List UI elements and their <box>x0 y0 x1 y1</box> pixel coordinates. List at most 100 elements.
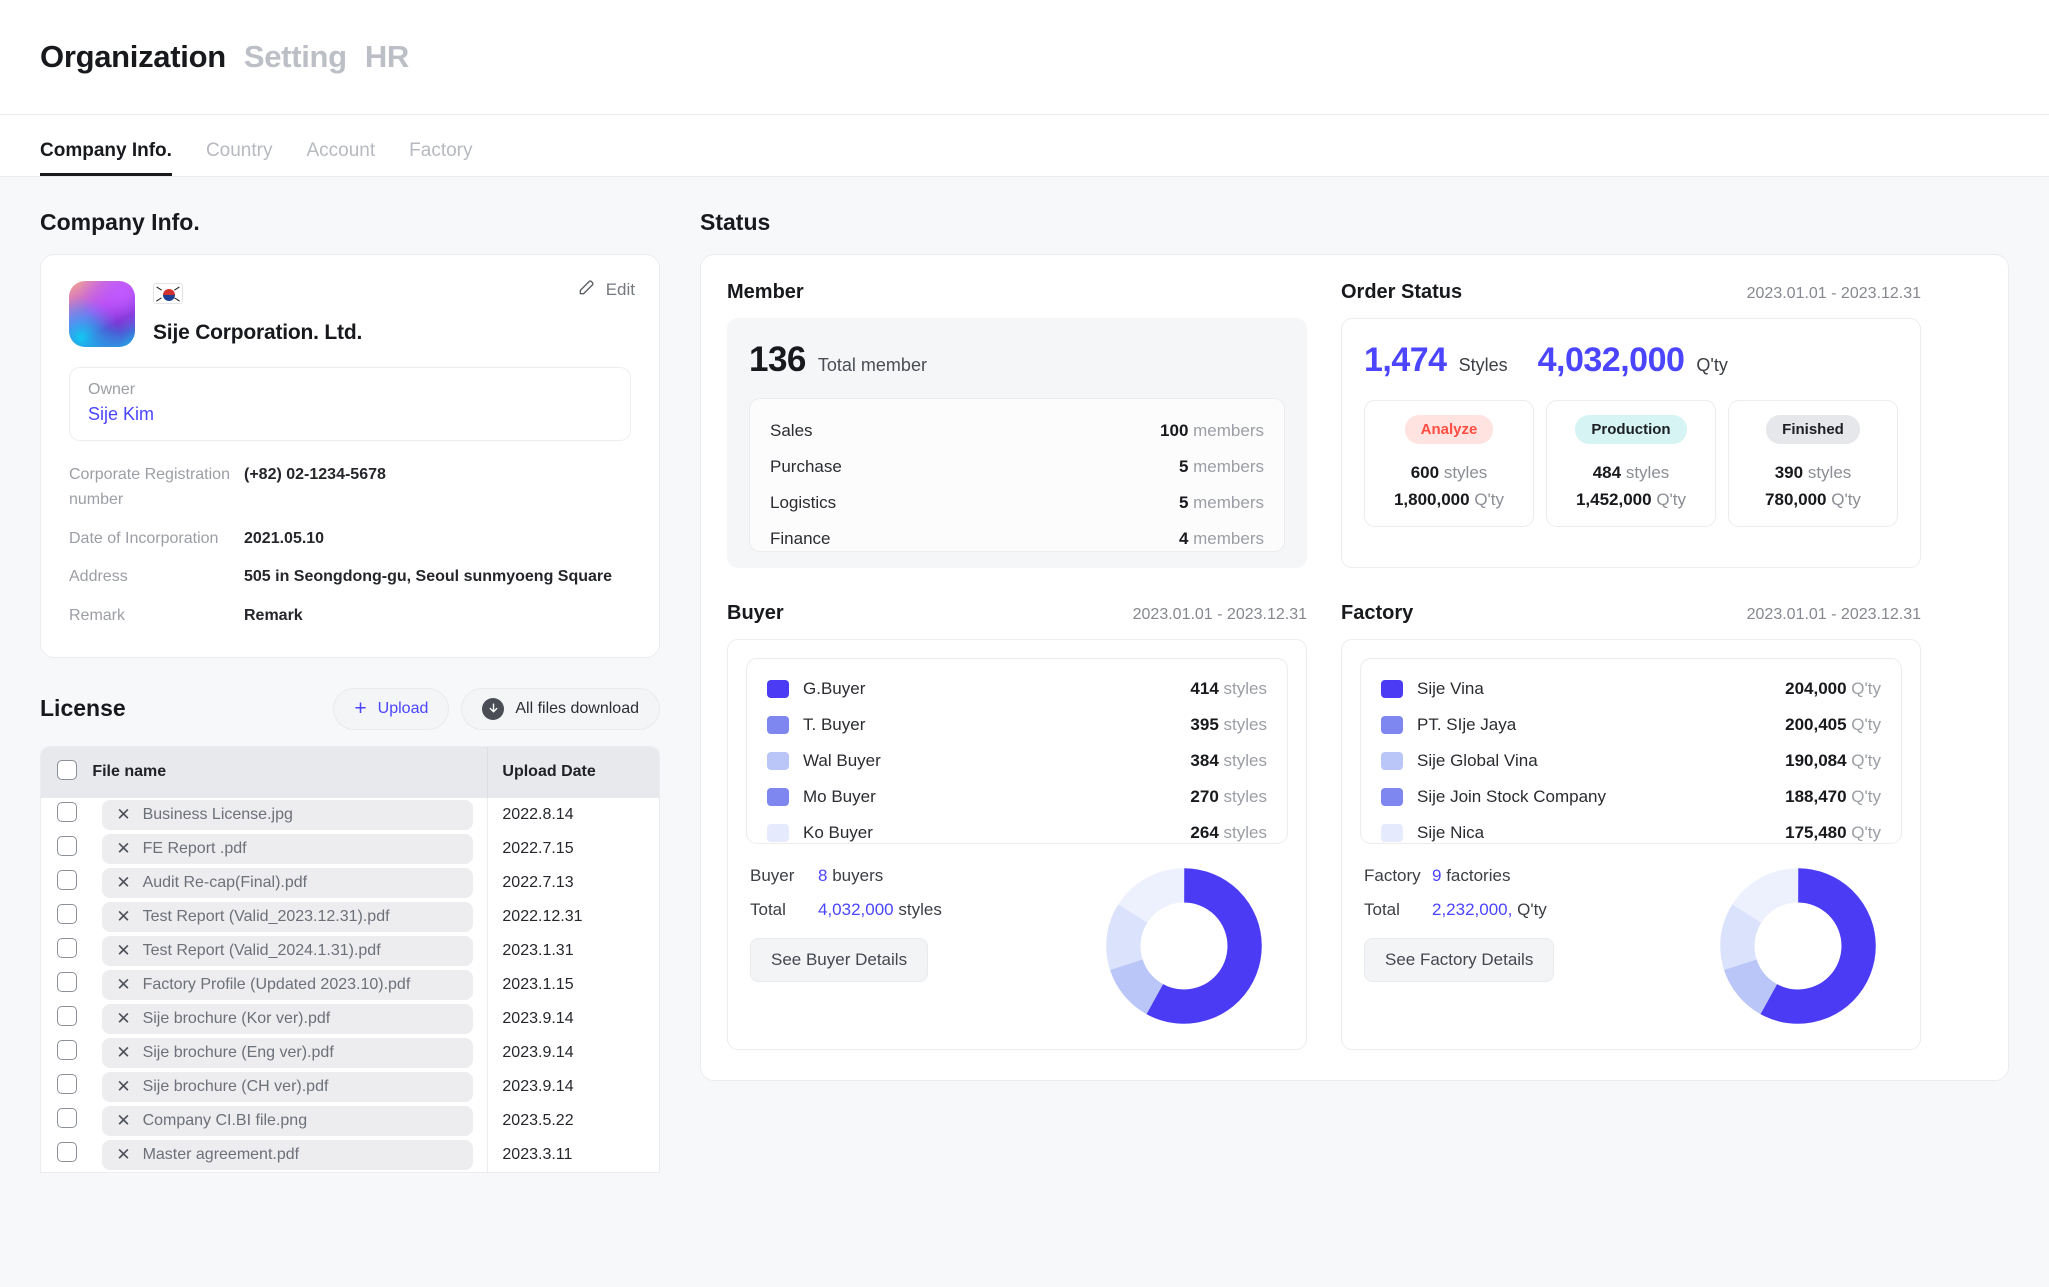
member-breakdown-list: Sales 100 members Purchase 5 members Log… <box>749 398 1285 552</box>
tab-company-info[interactable]: Company Info. <box>40 140 172 176</box>
factory-donut-chart <box>1718 866 1878 1031</box>
table-row[interactable]: ✕ Test Report (Valid_2023.12.31).pdf 202… <box>41 899 659 934</box>
info-row: Corporate Registration number (+82) 02-1… <box>69 463 631 513</box>
license-header: License + Upload All files download <box>40 687 660 730</box>
buyer-value: 270 styles <box>1190 787 1267 806</box>
list-item: Sije Vina 204,000 Q'ty <box>1381 671 1881 707</box>
see-factory-details-button[interactable]: See Factory Details <box>1364 938 1555 982</box>
factory-value: 188,470 Q'ty <box>1785 787 1881 806</box>
pencil-icon <box>577 277 597 302</box>
order-stage-finished[interactable]: Finished 390 styles 780,000 Q'ty <box>1728 400 1898 527</box>
order-header: Order Status 2023.01.01 - 2023.12.31 <box>1341 281 1921 304</box>
table-row[interactable]: ✕ Audit Re-cap(Final).pdf 2022.7.13 <box>41 865 659 900</box>
file-chip[interactable]: ✕ Factory Profile (Updated 2023.10).pdf <box>102 969 474 1000</box>
table-row[interactable]: ✕ Factory Profile (Updated 2023.10).pdf … <box>41 967 659 1002</box>
file-chip[interactable]: ✕ Test Report (Valid_2023.12.31).pdf <box>102 901 474 932</box>
file-name: Sije brochure (Eng ver).pdf <box>142 1043 334 1061</box>
row-checkbox[interactable] <box>57 836 77 857</box>
file-chip[interactable]: ✕ Master agreement.pdf <box>102 1139 474 1170</box>
all-files-download-button[interactable]: All files download <box>461 687 660 730</box>
upload-button[interactable]: + Upload <box>333 687 450 730</box>
buyer-value: 395 styles <box>1190 715 1267 734</box>
factory-value: 204,000 Q'ty <box>1785 679 1881 698</box>
factory-total-value: 2,232,000, Q'ty <box>1432 900 1547 919</box>
factory-value: 190,084 Q'ty <box>1785 751 1881 770</box>
list-item: Ko Buyer 264 styles <box>767 815 1267 843</box>
row-checkbox[interactable] <box>57 870 77 891</box>
row-checkbox-cell <box>41 968 92 1002</box>
factory-list: Sije Vina 204,000 Q'ty PT. SIje Jaya 200… <box>1360 658 1902 844</box>
order-stage-analyze[interactable]: Analyze 600 styles 1,800,000 Q'ty <box>1364 400 1534 527</box>
buyer-total-value: 4,032,000 styles <box>818 900 942 919</box>
remove-file-icon[interactable]: ✕ <box>116 1010 130 1027</box>
row-checkbox[interactable] <box>57 1142 77 1163</box>
table-row[interactable]: ✕ Sije brochure (Kor ver).pdf 2023.9.14 <box>41 1001 659 1036</box>
order-stage-production[interactable]: Production 484 styles 1,452,000 Q'ty <box>1546 400 1716 527</box>
owner-field[interactable]: Owner Sije Kim <box>69 367 631 441</box>
order-qty-unit: Q'ty <box>1696 355 1728 375</box>
see-buyer-details-button[interactable]: See Buyer Details <box>750 938 929 982</box>
breadcrumb-setting[interactable]: Setting <box>244 39 347 75</box>
legend-swatch-icon <box>767 716 789 734</box>
legend-swatch-icon <box>767 788 789 806</box>
file-chip[interactable]: ✕ Business License.jpg <box>102 799 474 830</box>
upload-date: 2023.9.14 <box>487 1035 659 1070</box>
file-chip[interactable]: ✕ Test Report (Valid_2024.1.31).pdf <box>102 935 474 966</box>
file-name-cell: ✕ Master agreement.pdf <box>92 1138 488 1172</box>
upload-date: 2023.9.14 <box>487 1001 659 1036</box>
file-name: Sije brochure (CH ver).pdf <box>142 1077 329 1095</box>
breadcrumb-hr[interactable]: HR <box>365 39 409 75</box>
license-title: License <box>40 695 126 722</box>
remove-file-icon[interactable]: ✕ <box>116 976 130 993</box>
remove-file-icon[interactable]: ✕ <box>116 1078 130 1095</box>
row-checkbox[interactable] <box>57 904 77 925</box>
file-chip[interactable]: ✕ Sije brochure (Eng ver).pdf <box>102 1037 474 1068</box>
right-column: Status Member 136 Total member Sales 100… <box>700 177 2049 1287</box>
member-section: Member 136 Total member Sales 100 member… <box>727 281 1307 568</box>
select-all-cell <box>41 746 93 798</box>
remove-file-icon[interactable]: ✕ <box>116 908 130 925</box>
factory-count-row: Factory 9 factories <box>1364 866 1554 886</box>
remove-file-icon[interactable]: ✕ <box>116 1112 130 1129</box>
row-checkbox[interactable] <box>57 938 77 959</box>
row-checkbox[interactable] <box>57 972 77 993</box>
list-item: Wal Buyer 384 styles <box>767 743 1267 779</box>
table-row[interactable]: ✕ Sije brochure (Eng ver).pdf 2023.9.14 <box>41 1035 659 1070</box>
remove-file-icon[interactable]: ✕ <box>116 874 130 891</box>
file-chip[interactable]: ✕ FE Report .pdf <box>102 833 474 864</box>
file-chip[interactable]: ✕ Audit Re-cap(Final).pdf <box>102 867 474 898</box>
edit-button[interactable]: Edit <box>577 277 635 302</box>
order-title: Order Status <box>1341 281 1463 303</box>
table-row[interactable]: ✕ Sije brochure (CH ver).pdf 2023.9.14 <box>41 1069 659 1104</box>
select-all-checkbox[interactable] <box>57 759 77 780</box>
file-chip[interactable]: ✕ Sije brochure (CH ver).pdf <box>102 1071 474 1102</box>
table-row[interactable]: ✕ Business License.jpg 2022.8.14 <box>41 797 659 832</box>
table-row[interactable]: ✕ Test Report (Valid_2024.1.31).pdf 2023… <box>41 933 659 968</box>
file-chip[interactable]: ✕ Company CI.BI file.png <box>102 1105 474 1136</box>
row-checkbox[interactable] <box>57 1040 77 1061</box>
table-row[interactable]: ✕ FE Report .pdf 2022.7.15 <box>41 831 659 866</box>
info-value: 505 in Seongdong-gu, Seoul sunmyoeng Squ… <box>244 568 613 586</box>
remove-file-icon[interactable]: ✕ <box>116 806 130 823</box>
row-checkbox[interactable] <box>57 1006 77 1027</box>
remove-file-icon[interactable]: ✕ <box>116 1044 130 1061</box>
member-total-number: 136 <box>749 340 806 379</box>
file-chip[interactable]: ✕ Sije brochure (Kor ver).pdf <box>102 1003 474 1034</box>
file-name-cell: ✕ Business License.jpg <box>92 798 488 832</box>
row-checkbox-cell <box>41 1036 92 1070</box>
tab-country[interactable]: Country <box>206 140 273 176</box>
owner-value[interactable]: Sije Kim <box>88 404 612 425</box>
table-row[interactable]: ✕ Company CI.BI file.png 2023.5.22 <box>41 1103 659 1138</box>
factory-name: Sije Nica <box>1417 823 1485 842</box>
column-file-name: File name <box>92 746 488 798</box>
tab-account[interactable]: Account <box>306 140 375 176</box>
remove-file-icon[interactable]: ✕ <box>116 942 130 959</box>
tab-factory[interactable]: Factory <box>409 140 472 176</box>
remove-file-icon[interactable]: ✕ <box>116 1146 130 1163</box>
row-checkbox[interactable] <box>57 1074 77 1095</box>
row-checkbox[interactable] <box>57 802 77 823</box>
row-checkbox[interactable] <box>57 1108 77 1129</box>
remove-file-icon[interactable]: ✕ <box>116 840 130 857</box>
list-item: Finance 4 members <box>770 521 1264 551</box>
table-row[interactable]: ✕ Master agreement.pdf 2023.3.11 <box>41 1137 659 1172</box>
